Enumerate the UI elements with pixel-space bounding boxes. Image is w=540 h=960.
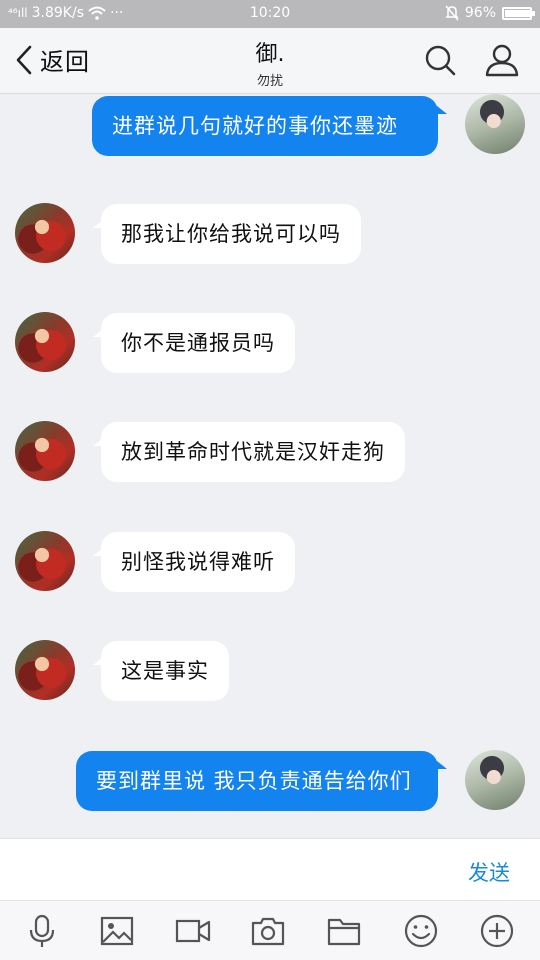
- profile-icon[interactable]: [484, 42, 520, 78]
- status-right: 96%: [445, 5, 535, 21]
- folder-icon[interactable]: [326, 913, 362, 949]
- chat-message-list[interactable]: 进群说几句就好的事你还墨迹 那我让你给我说可以吗 你不是通报员吗 放到革命时代就…: [0, 94, 540, 838]
- message-text: 你不是通报员吗: [121, 331, 275, 355]
- mute-bell-icon: [445, 5, 459, 21]
- battery-icon: [502, 6, 535, 20]
- chevron-left-icon: [16, 45, 32, 74]
- message-bubble-incoming[interactable]: 放到革命时代就是汉奸走狗: [93, 422, 405, 482]
- chat-header: 返回 御. 勿扰: [0, 28, 540, 94]
- status-bar: ⁴⁶ıll 3.89K/s ··· 10:20 96%: [0, 0, 540, 28]
- back-button[interactable]: 返回: [14, 42, 90, 77]
- chat-subtitle: 勿扰: [256, 74, 283, 89]
- my-avatar[interactable]: [465, 750, 525, 810]
- send-button[interactable]: 发送: [468, 857, 510, 887]
- message-bubble-outgoing[interactable]: 进群说几句就好的事你还墨迹: [92, 96, 447, 156]
- image-icon[interactable]: [99, 913, 135, 949]
- message-text: 那我让你给我说可以吗: [121, 222, 341, 246]
- message-bubble-incoming[interactable]: 你不是通报员吗: [93, 313, 295, 373]
- message-bubble-incoming[interactable]: 这是事实: [93, 641, 229, 701]
- my-avatar[interactable]: [465, 94, 525, 154]
- battery-level: [505, 9, 530, 17]
- microphone-icon[interactable]: [24, 913, 60, 949]
- contact-avatar[interactable]: [15, 312, 75, 372]
- chat-title-block: 御. 勿扰: [170, 36, 370, 89]
- video-icon[interactable]: [175, 913, 211, 949]
- back-label: 返回: [40, 48, 90, 76]
- emoji-icon[interactable]: [403, 913, 439, 949]
- contact-avatar[interactable]: [15, 640, 75, 700]
- message-input-bar[interactable]: 发送: [0, 838, 540, 900]
- bottom-toolbar: [0, 900, 540, 960]
- message-text: 进群说几句就好的事你还墨迹: [112, 114, 398, 138]
- message-text: 要到群里说 我只负责通告给你们: [96, 769, 412, 793]
- message-bubble-incoming[interactable]: 那我让你给我说可以吗: [93, 204, 361, 264]
- message-bubble-outgoing[interactable]: 要到群里说 我只负责通告给你们: [76, 751, 447, 811]
- contact-avatar[interactable]: [15, 421, 75, 481]
- plus-icon[interactable]: [479, 913, 515, 949]
- chat-title: 御.: [255, 42, 285, 67]
- camera-icon[interactable]: [250, 913, 286, 949]
- message-bubble-incoming[interactable]: 别怪我说得难听: [93, 532, 295, 592]
- message-text: 放到革命时代就是汉奸走狗: [121, 440, 385, 464]
- contact-avatar[interactable]: [15, 203, 75, 263]
- message-text: 这是事实: [121, 659, 209, 683]
- message-text: 别怪我说得难听: [121, 550, 275, 574]
- search-icon[interactable]: [422, 42, 458, 78]
- contact-avatar[interactable]: [15, 531, 75, 591]
- battery-percent: 96%: [464, 5, 496, 21]
